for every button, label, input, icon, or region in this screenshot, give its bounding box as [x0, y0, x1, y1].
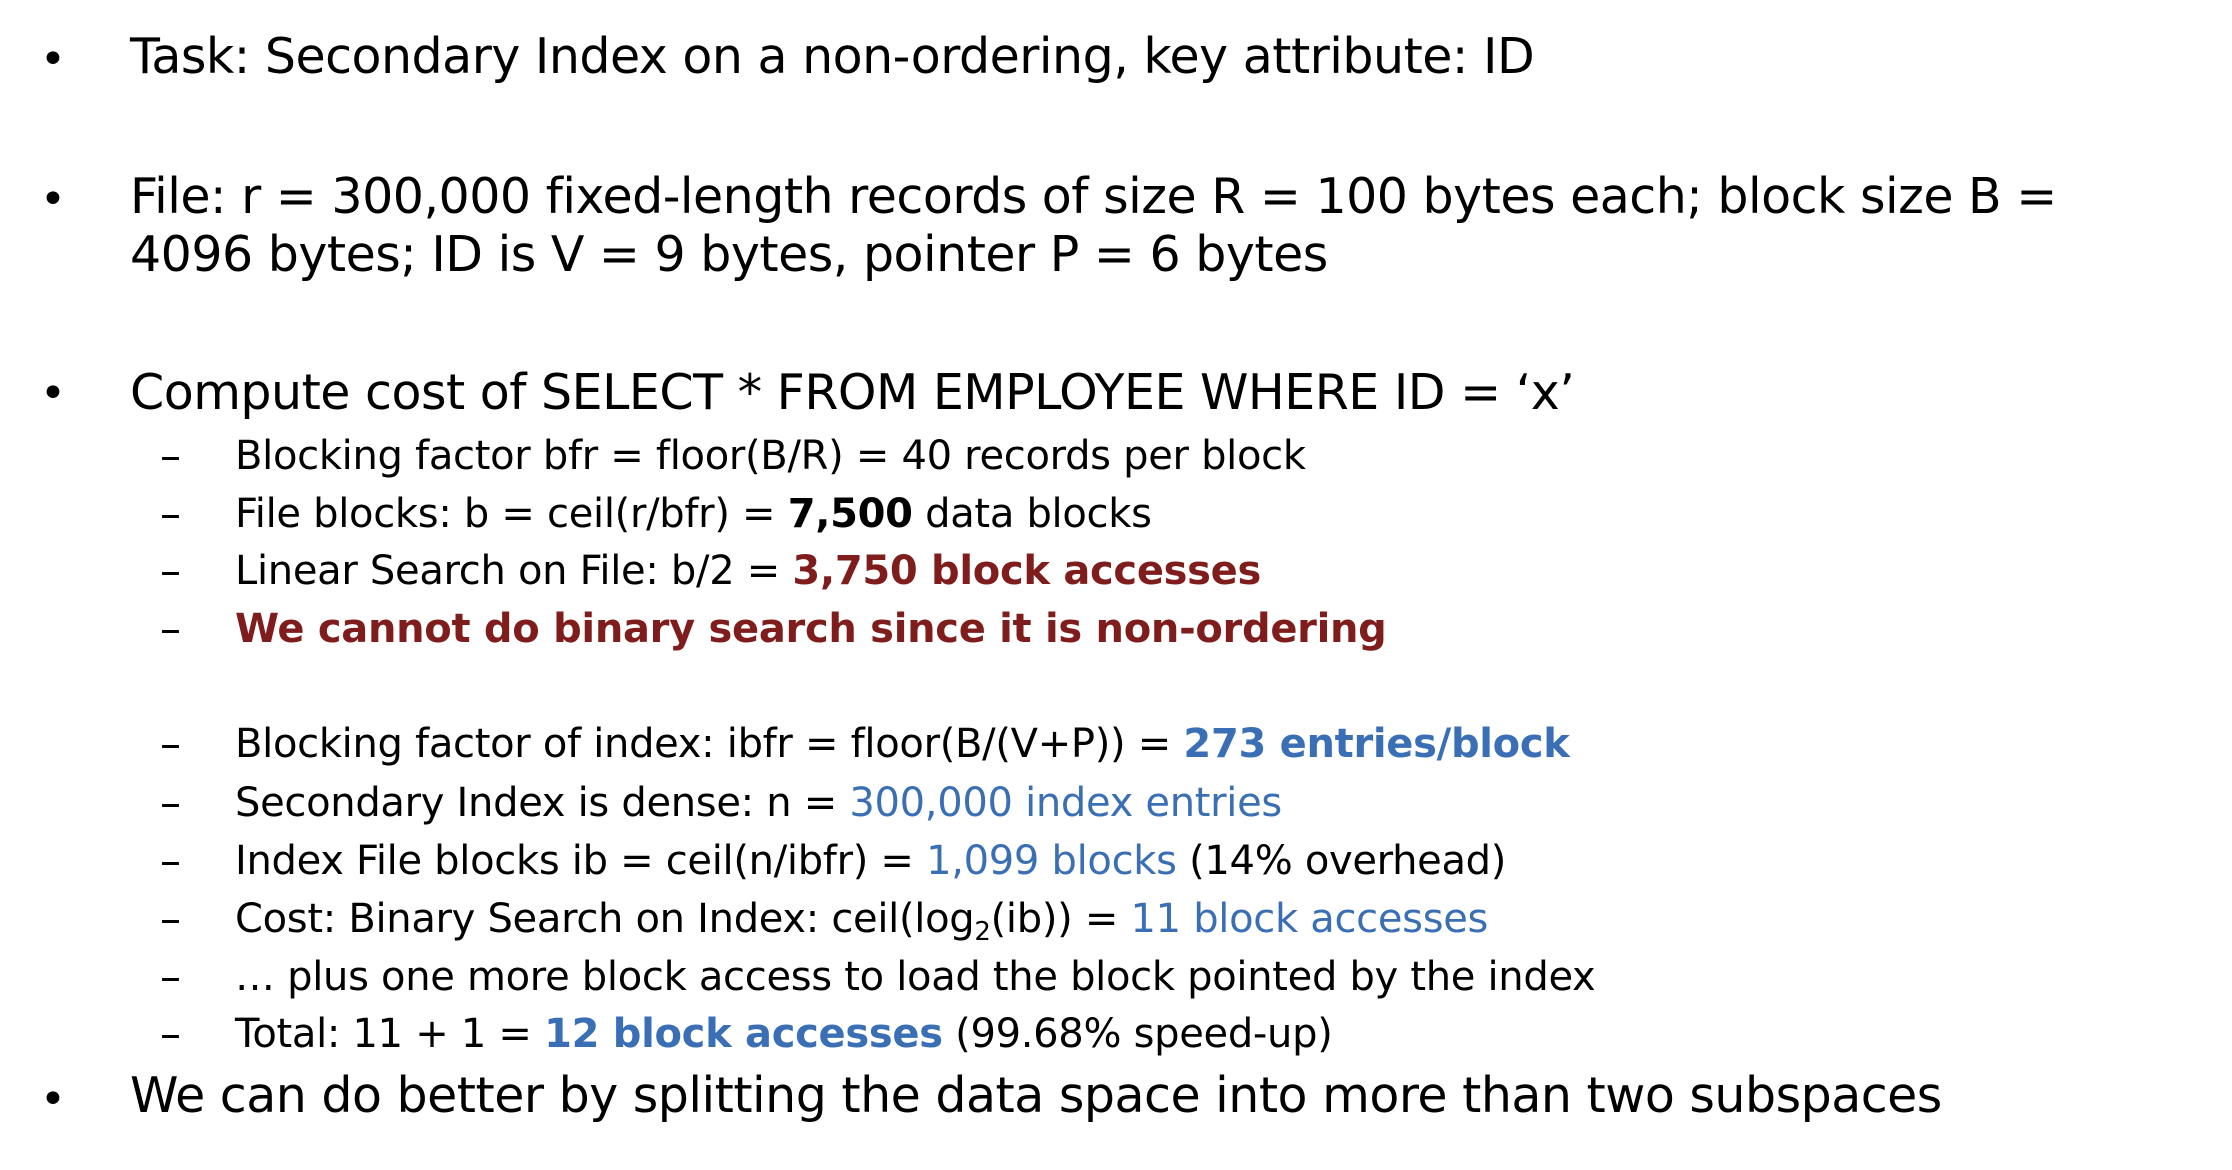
- linear-search-line: Linear Search on File: b/2 = 3,750 block…: [235, 548, 1262, 594]
- file-blocks-value: 7,500: [787, 491, 913, 537]
- dash-marker: –: [160, 778, 181, 827]
- dash-marker: –: [160, 894, 181, 943]
- index-bfr-value: 273 entries/block: [1183, 721, 1570, 767]
- dash-marker: –: [160, 836, 181, 885]
- dash-marker: –: [160, 604, 181, 653]
- index-bfr-line: Blocking factor of index: ibfr = floor(B…: [235, 721, 1570, 767]
- bullet-marker: •: [40, 368, 66, 419]
- dense-index-value: 300,000 index entries: [849, 780, 1282, 826]
- dash-marker: –: [160, 719, 181, 768]
- dense-index-line: Secondary Index is dense: n = 300,000 in…: [235, 780, 1282, 826]
- index-blocks-value: 1,099 blocks: [926, 838, 1177, 884]
- index-blocks-line: Index File blocks ib = ceil(n/ibfr) = 1,…: [235, 838, 1507, 884]
- file-blocks-line: File blocks: b = ceil(r/bfr) = 7,500 dat…: [235, 491, 1152, 537]
- compute-line: Compute cost of SELECT * FROM EMPLOYEE W…: [130, 364, 1575, 421]
- better-line: We can do better by splitting the data s…: [130, 1067, 1942, 1124]
- no-binary-search-line: We cannot do binary search since it is n…: [235, 606, 1387, 652]
- task-line: Task: Secondary Index on a non-ordering,…: [130, 28, 1535, 85]
- total-value: 12 block accesses: [544, 1011, 943, 1057]
- total-line: Total: 11 + 1 = 12 block accesses (99.68…: [235, 1011, 1333, 1057]
- dash-marker: –: [160, 431, 181, 480]
- bfr-line: Blocking factor bfr = floor(B/R) = 40 re…: [235, 433, 1306, 479]
- dash-marker: –: [160, 489, 181, 538]
- linear-search-value: 3,750 block accesses: [792, 548, 1262, 594]
- binary-search-cost-line: Cost: Binary Search on Index: ceil(log2(…: [235, 896, 1489, 947]
- bullet-marker: •: [40, 1074, 66, 1125]
- bullet-marker: •: [40, 174, 66, 225]
- file-line-1: File: r = 300,000 fixed-length records o…: [130, 168, 2057, 225]
- file-line-2: 4096 bytes; ID is V = 9 bytes, pointer P…: [130, 226, 1328, 283]
- dash-marker: –: [160, 546, 181, 595]
- bullet-marker: •: [40, 34, 66, 85]
- dash-marker: –: [160, 1009, 181, 1058]
- plus-one-line: … plus one more block access to load the…: [235, 954, 1596, 1000]
- dash-marker: –: [160, 952, 181, 1001]
- binary-search-cost-value: 11 block accesses: [1130, 896, 1489, 942]
- log-base: 2: [974, 917, 991, 947]
- slide: • Task: Secondary Index on a non-orderin…: [0, 0, 2232, 1170]
